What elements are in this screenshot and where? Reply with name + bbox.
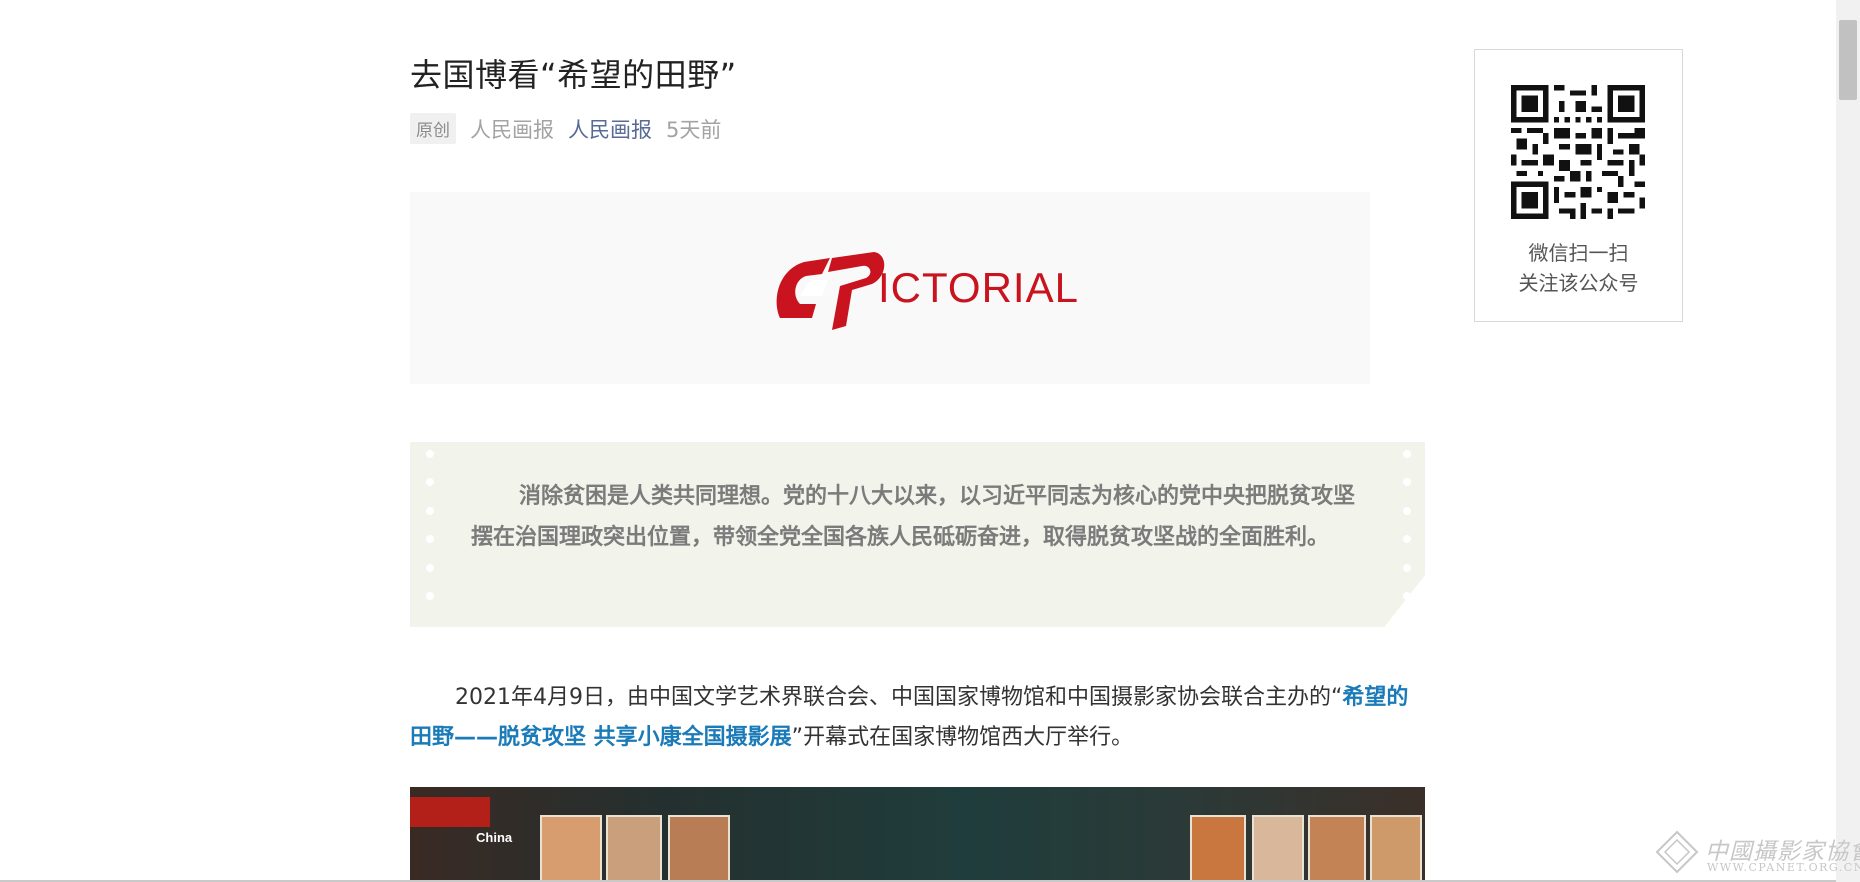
watermark-diamond-icon	[1655, 830, 1699, 874]
exhibition-photo: China	[410, 787, 1425, 882]
photo-frame	[1308, 815, 1366, 882]
paragraph-text-before: 2021年4月9日，由中国文学艺术界联合会、中国国家博物馆和中国摄影家协会联合主…	[455, 685, 1343, 710]
publish-time: 5天前	[666, 117, 722, 142]
photo-red-banner	[410, 797, 490, 827]
qr-follow-card: 微信扫一扫 关注该公众号	[1474, 49, 1683, 322]
intro-quote-box: 消除贫困是人类共同理想。党的十八大以来，以习近平同志为核心的党中央把脱贫攻坚摆在…	[410, 442, 1425, 627]
watermark-url-text: WWW.CPANET.ORG.CN	[1707, 861, 1860, 874]
photo-frame	[540, 815, 602, 882]
photo-frame	[1370, 815, 1422, 882]
decor-dots-right	[1403, 442, 1411, 600]
qr-code-icon[interactable]	[1511, 85, 1645, 219]
article-title: 去国博看“希望的田野”	[410, 56, 737, 94]
article-meta: 原创 人民画报 人民画报 5天前	[410, 113, 721, 144]
intro-quote-text: 消除贫困是人类共同理想。党的十八大以来，以习近平同志为核心的党中央把脱贫攻坚摆在…	[471, 484, 1356, 550]
pictorial-logo: ICTORIAL	[770, 240, 1110, 340]
account-link[interactable]: 人民画报	[568, 114, 652, 144]
logo-wordmark: ICTORIAL	[878, 264, 1079, 311]
photo-frame	[606, 815, 662, 882]
photo-frame	[1252, 815, 1304, 882]
original-badge: 原创	[410, 113, 456, 144]
photo-frame	[668, 815, 730, 882]
scrollbar-thumb[interactable]	[1839, 20, 1857, 100]
watermark: 中國攝影家協會 WWW.CPANET.ORG.CN	[1655, 828, 1860, 878]
paragraph-text-after: ”开幕式在国家博物馆西大厅举行。	[791, 725, 1134, 750]
author-name: 人民画报	[470, 117, 554, 142]
vertical-scrollbar[interactable]	[1836, 0, 1860, 882]
decor-dots-left	[426, 442, 434, 600]
body-paragraph: 2021年4月9日，由中国文学艺术界联合会、中国国家博物馆和中国摄影家协会联合主…	[410, 678, 1425, 758]
header-logo-banner: ICTORIAL	[410, 192, 1370, 384]
qr-caption-line2: 关注该公众号	[1518, 271, 1639, 295]
pictorial-logo-mark-icon	[776, 252, 885, 330]
photo-brand-text: China	[476, 830, 513, 845]
qr-caption-line1: 微信扫一扫	[1528, 241, 1629, 265]
photo-frame	[1190, 815, 1246, 882]
qr-caption: 微信扫一扫 关注该公众号	[1475, 238, 1682, 298]
